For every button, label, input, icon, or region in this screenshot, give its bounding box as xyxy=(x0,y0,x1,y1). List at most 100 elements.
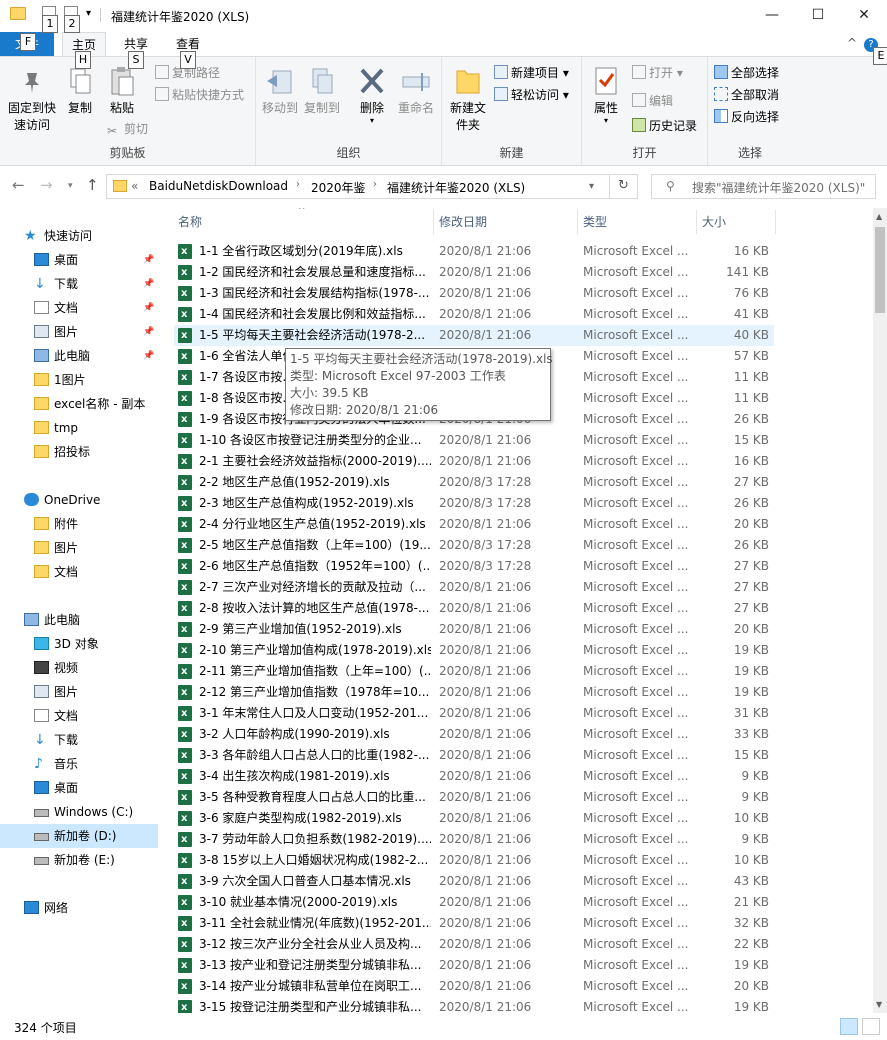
sidebar-item[interactable]: ↓ 下载 xyxy=(0,728,158,752)
select-none-button[interactable]: 全部取消 xyxy=(714,85,779,105)
file-row[interactable]: 3-10 就业基本情况(2000-2019).xls 2020/8/1 21:06… xyxy=(174,892,774,913)
sidebar-item[interactable]: 网络 xyxy=(0,896,158,920)
column-header-size[interactable]: 大小 xyxy=(697,208,775,236)
sidebar-item[interactable]: 图片 xyxy=(0,536,158,560)
sidebar-item[interactable]: 1图片 xyxy=(0,368,158,392)
minimize-button[interactable]: — xyxy=(749,0,795,32)
file-row[interactable]: 2-12 第三产业增加值指数（1978年=10... 2020/8/1 21:06… xyxy=(174,682,774,703)
sidebar-item[interactable]: 桌面 xyxy=(0,776,158,800)
file-row[interactable]: 1-2 国民经济和社会发展总量和速度指标... 2020/8/1 21:06 Mic… xyxy=(174,262,774,283)
scrollbar-thumb[interactable] xyxy=(875,227,885,313)
forward-arrow-icon[interactable]: → xyxy=(40,176,53,194)
sidebar-item[interactable]: 新加卷 (D:) xyxy=(0,824,158,848)
properties-button[interactable]: 属性 ▾ xyxy=(586,61,626,125)
file-row[interactable]: 3-5 各种受教育程度人口占总人口的比重... 2020/8/1 21:06 Mic… xyxy=(174,787,774,808)
recent-locations-icon[interactable]: ▾ xyxy=(68,181,73,191)
file-row[interactable]: 3-7 劳动年龄人口负担系数(1982-2019).... 2020/8/1 21… xyxy=(174,829,774,850)
sidebar-item[interactable]: excel名称 - 副本 xyxy=(0,392,158,416)
copy-to-button[interactable]: 复制到 xyxy=(302,61,342,117)
file-row[interactable]: 3-4 出生孩次构成(1981-2019).xls 2020/8/1 21:06 M… xyxy=(174,766,774,787)
file-row[interactable]: 3-1 年末常住人口及人口变动(1952-201... 2020/8/1 21:0… xyxy=(174,703,774,724)
file-row[interactable]: 2-8 按收入法计算的地区生产总值(1978-... 2020/8/1 21:06… xyxy=(174,598,774,619)
chevron-right-icon[interactable]: › xyxy=(373,179,377,190)
rename-button[interactable]: 重命名 xyxy=(394,61,438,117)
properties-dropdown-icon[interactable]: ▾ xyxy=(586,117,626,125)
select-all-button[interactable]: 全部选择 xyxy=(714,63,779,83)
new-item-button[interactable]: 新建项目 ▾ xyxy=(494,63,569,83)
new-folder-button[interactable]: 新建文件夹 xyxy=(446,61,490,134)
address-segment-yearbook[interactable]: 2020年鉴 xyxy=(311,179,366,196)
sidebar-item[interactable]: 此电脑 xyxy=(0,608,158,632)
file-row[interactable]: 3-14 按产业分城镇非私营单位在岗职工... 2020/8/1 21:06 Mic… xyxy=(174,976,774,997)
file-row[interactable]: 2-10 第三产业增加值构成(1978-2019).xls 2020/8/1 21… xyxy=(174,640,774,661)
address-dropdown-icon[interactable]: ▾ xyxy=(589,181,594,192)
file-row[interactable]: 2-6 地区生产总值指数（1952年=100）(... 2020/8/3 17:2… xyxy=(174,556,774,577)
file-row[interactable]: 1-10 各设区市按登记注册类型分的企业... 2020/8/1 21:06 Mic… xyxy=(174,430,774,451)
search-input[interactable]: ⚲ 搜索"福建统计年鉴2020 (XLS)" xyxy=(651,174,876,199)
file-row[interactable]: 1-3 国民经济和社会发展结构指标(1978-... 2020/8/1 21:06… xyxy=(174,283,774,304)
sidebar-item[interactable]: 文档 xyxy=(0,560,158,584)
address-bar[interactable]: « BaiduNetdiskDownload › 2020年鉴 › 福建统计年鉴… xyxy=(106,174,638,199)
chevron-right-icon[interactable]: › xyxy=(296,179,300,190)
move-to-button[interactable]: 移动到 xyxy=(260,61,300,117)
pin-quick-access-button[interactable]: 固定到快速访问 xyxy=(4,61,60,134)
file-row[interactable]: 3-9 六次全国人口普查人口基本情况.xls 2020/8/1 21:06 Micr… xyxy=(174,871,774,892)
file-row[interactable]: 2-3 地区生产总值构成(1952-2019).xls 2020/8/3 17:2… xyxy=(174,493,774,514)
scroll-up-icon[interactable]: ▲ xyxy=(876,212,882,221)
delete-button[interactable]: 删除 ▾ xyxy=(354,61,390,125)
file-row[interactable]: 3-2 人口年龄构成(1990-2019).xls 2020/8/1 21:06 M… xyxy=(174,724,774,745)
up-arrow-icon[interactable]: ↑ xyxy=(86,176,99,194)
vertical-scrollbar[interactable]: ▲ ▼ xyxy=(873,208,887,1013)
refresh-icon[interactable]: ↻ xyxy=(618,178,629,193)
sidebar-item[interactable]: 招投标 xyxy=(0,440,158,464)
sidebar-item[interactable]: tmp xyxy=(0,416,158,440)
sidebar-item[interactable]: 此电脑 📌 xyxy=(0,344,158,368)
file-row[interactable]: 2-7 三次产业对经济增长的贡献及拉动（... 2020/8/1 21:06 Mic… xyxy=(174,577,774,598)
delete-dropdown-icon[interactable]: ▾ xyxy=(354,117,390,125)
invert-selection-button[interactable]: 反向选择 xyxy=(714,107,779,127)
address-segment-download[interactable]: BaiduNetdiskDownload xyxy=(149,179,288,193)
sidebar-item[interactable]: 附件 xyxy=(0,512,158,536)
file-row[interactable]: 1-5 平均每天主要社会经济活动(1978-2... 2020/8/1 21:06… xyxy=(174,325,774,346)
close-button[interactable]: ✕ xyxy=(841,0,887,32)
history-button[interactable]: 历史记录 xyxy=(632,116,697,136)
file-row[interactable]: 3-3 各年龄组人口占总人口的比重(1982-... 2020/8/1 21:06… xyxy=(174,745,774,766)
sidebar-item[interactable]: OneDrive xyxy=(0,488,158,512)
sidebar-item[interactable]: 图片 📌 xyxy=(0,320,158,344)
scroll-down-icon[interactable]: ▼ xyxy=(876,1000,882,1009)
file-row[interactable]: 1-1 全省行政区域划分(2019年底).xls 2020/8/1 21:06 Mi… xyxy=(174,241,774,262)
sidebar-item[interactable]: ★ 快速访问 xyxy=(0,224,158,248)
sidebar-item[interactable]: 图片 xyxy=(0,680,158,704)
file-row[interactable]: 2-9 第三产业增加值(1952-2019).xls 2020/8/1 21:06… xyxy=(174,619,774,640)
file-row[interactable]: 2-11 第三产业增加值指数（上年=100）(... 2020/8/1 21:06… xyxy=(174,661,774,682)
file-row[interactable]: 2-2 地区生产总值(1952-2019).xls 2020/8/3 17:28 M… xyxy=(174,472,774,493)
cut-button[interactable]: ✂ 剪切 xyxy=(107,119,148,139)
maximize-button[interactable]: ☐ xyxy=(795,0,841,32)
file-row[interactable]: 3-11 全社会就业情况(年底数)(1952-201... 2020/8/1 21… xyxy=(174,913,774,934)
easy-access-button[interactable]: 轻松访问 ▾ xyxy=(494,85,569,105)
file-row[interactable]: 2-4 分行业地区生产总值(1952-2019).xls 2020/8/1 21:… xyxy=(174,514,774,535)
sidebar-item[interactable]: 3D 对象 xyxy=(0,632,158,656)
file-row[interactable]: 3-12 按三次产业分全社会从业人员及构... 2020/8/1 21:06 Mic… xyxy=(174,934,774,955)
column-header-date[interactable]: 修改日期 xyxy=(434,208,577,236)
copy-button[interactable]: 复制 xyxy=(62,61,98,117)
back-arrow-icon[interactable]: ← xyxy=(12,176,25,194)
sidebar-item[interactable]: ♪ 音乐 xyxy=(0,752,158,776)
paste-button[interactable]: 粘贴 xyxy=(102,61,142,117)
file-row[interactable]: 3-8 15岁以上人口婚姻状况构成(1982-2... 2020/8/1 21:0… xyxy=(174,850,774,871)
address-overflow[interactable]: « xyxy=(131,179,138,193)
sidebar-item[interactable]: ↓ 下载 📌 xyxy=(0,272,158,296)
sidebar-item[interactable]: 文档 xyxy=(0,704,158,728)
file-row[interactable]: 3-13 按产业和登记注册类型分城镇非私... 2020/8/1 21:06 Mic… xyxy=(174,955,774,976)
column-header-name[interactable]: 名称 xyxy=(173,208,433,236)
customize-quick-access-icon[interactable]: ▾ xyxy=(86,8,91,19)
file-row[interactable]: 2-5 地区生产总值指数（上年=100）(19... 2020/8/3 17:28… xyxy=(174,535,774,556)
sidebar-item[interactable]: 桌面 📌 xyxy=(0,248,158,272)
sidebar-item[interactable]: 文档 📌 xyxy=(0,296,158,320)
sidebar-item[interactable]: 视频 xyxy=(0,656,158,680)
ribbon-collapse-icon[interactable]: ^ xyxy=(847,36,857,50)
sidebar-item[interactable]: Windows (C:) xyxy=(0,800,158,824)
edit-button[interactable]: 编辑 xyxy=(632,91,673,111)
column-header-type[interactable]: 类型 xyxy=(578,208,696,236)
file-row[interactable]: 3-6 家庭户类型构成(1982-2019).xls 2020/8/1 21:06… xyxy=(174,808,774,829)
